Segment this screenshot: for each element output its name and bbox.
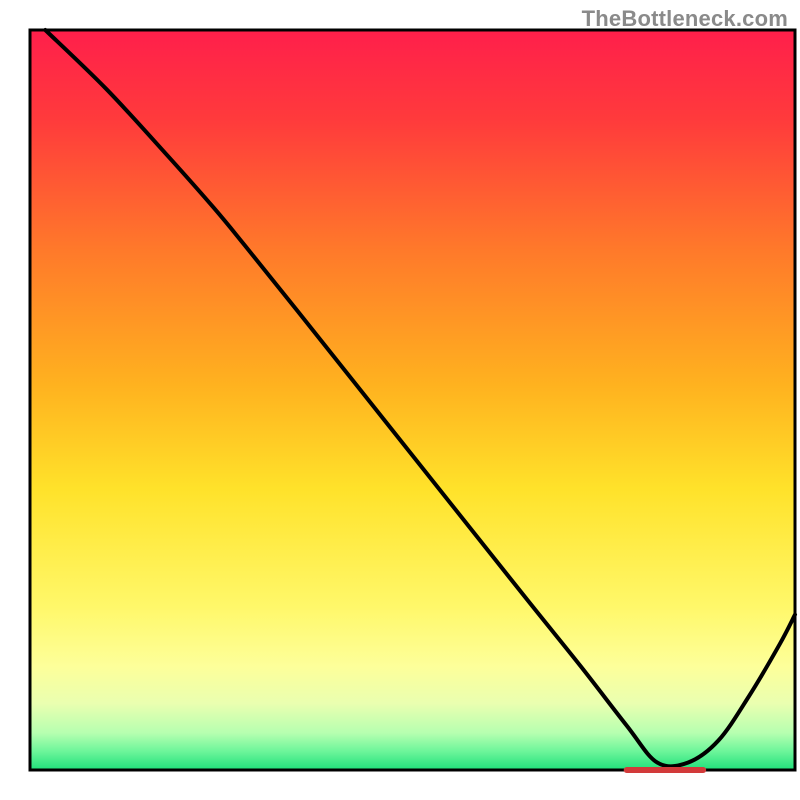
plot-background: [30, 30, 795, 770]
chart-svg: [0, 0, 800, 800]
chart-container: TheBottleneck.com: [0, 0, 800, 800]
